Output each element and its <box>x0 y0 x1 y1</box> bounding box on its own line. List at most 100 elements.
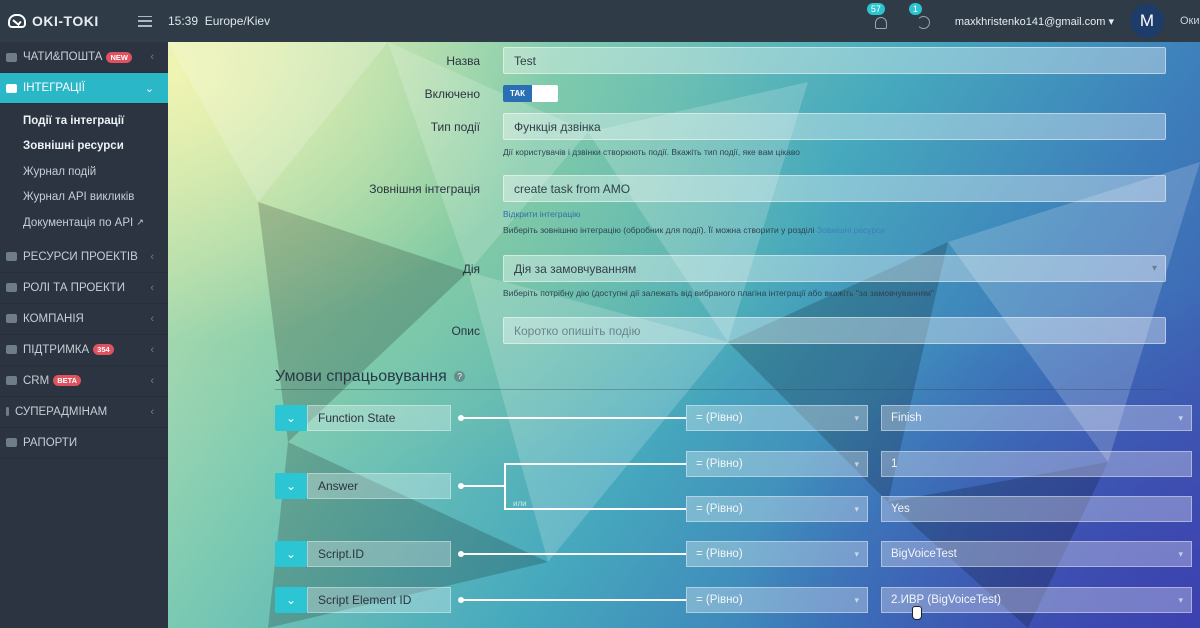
sidebar-item-label: КОМПАНІЯ <box>23 312 84 325</box>
chevron-down-icon[interactable]: ⌄ <box>275 405 307 431</box>
sidebar-item-reports[interactable]: РАПОРТИ <box>0 428 168 459</box>
chevron-down-icon[interactable]: ⌄ <box>275 587 307 613</box>
new-badge: NEW <box>106 51 132 63</box>
grid-icon <box>6 252 17 261</box>
sidebar-item-superadmin[interactable]: СУПЕРАДМІНАМ ‹ <box>0 397 168 428</box>
sidebar-item-company[interactable]: КОМПАНІЯ ‹ <box>0 304 168 335</box>
submenu-item-event-log[interactable]: Журнал подій <box>0 159 168 185</box>
connector-wire <box>463 417 686 419</box>
connector-wire <box>463 485 506 487</box>
hamburger-icon[interactable] <box>138 15 152 27</box>
operator-select[interactable]: = (Рівно) <box>686 451 868 477</box>
sidebar-item-support[interactable]: ПІДТРИМКА 354 ‹ <box>0 335 168 366</box>
connector-wire <box>504 463 686 465</box>
submenu-item-external-resources[interactable]: Зовнішні ресурси <box>0 134 168 160</box>
condition-field: Script Element ID <box>307 587 451 613</box>
section-divider <box>275 389 1166 390</box>
chevron-down-icon[interactable]: ⌄ <box>275 473 307 499</box>
action-help: Виберіть потрібну дію (доступні дії зале… <box>503 288 934 298</box>
sidebar-item-label: CRM <box>23 374 50 387</box>
notifications-button[interactable]: 57 <box>866 3 891 31</box>
sidebar-item-project-resources[interactable]: РЕСУРСИ ПРОЕКТІВ ‹ <box>0 242 168 273</box>
submenu-item-api-log[interactable]: Журнал API викликів <box>0 185 168 211</box>
condition-field: Script.ID <box>307 541 451 567</box>
help-icon[interactable]: ? <box>454 371 466 383</box>
ext-integration-help: Виберіть зовнішню інтеграцію (обробник д… <box>503 225 886 235</box>
sidebar-item-label: СУПЕРАДМІНАМ <box>15 405 108 418</box>
operator-select[interactable]: = (Рівно) <box>686 496 868 522</box>
connector-wire <box>504 463 506 509</box>
ext-integration-field[interactable]: create task from AMO <box>503 175 1166 202</box>
name-field[interactable]: Test <box>503 47 1166 74</box>
crm-icon <box>6 376 17 385</box>
chevron-left-icon: ‹ <box>150 374 154 387</box>
operator-select[interactable]: = (Рівно) <box>686 587 868 613</box>
logo-text: OKI-TOKI <box>32 13 99 29</box>
chevron-down-icon: ⌄ <box>144 82 154 95</box>
sync-button[interactable]: 1 <box>908 3 933 31</box>
value-select[interactable]: Finish <box>881 405 1192 431</box>
beta-badge: BETA <box>53 375 82 386</box>
condition-field: Function State <box>307 405 451 431</box>
connector-wire <box>504 508 686 510</box>
avatar[interactable]: M <box>1130 4 1164 38</box>
ext-integration-label: Зовнішня інтеграція <box>369 182 480 196</box>
action-label: Дія <box>462 262 480 276</box>
open-integration-link[interactable]: Відкрити інтеграцію <box>503 209 581 219</box>
connector-wire <box>463 553 686 555</box>
cloud-check-icon <box>8 14 26 28</box>
value-input[interactable]: 1 <box>881 451 1192 477</box>
sync-icon <box>916 16 930 29</box>
sidebar-item-label: РОЛІ ТА ПРОЕКТИ <box>23 281 125 294</box>
bell-icon <box>874 17 887 29</box>
wrench-icon <box>6 345 17 354</box>
chevron-left-icon: ‹ <box>150 343 154 356</box>
operator-select[interactable]: = (Рівно) <box>686 541 868 567</box>
value-select[interactable]: 2.ИВР (BigVoiceTest) <box>881 587 1192 613</box>
sidebar-item-label: РАПОРТИ <box>23 436 78 449</box>
submenu-item-events[interactable]: Події та інтеграції <box>0 108 168 134</box>
sidebar-item-label: ПІДТРИМКА <box>23 343 90 356</box>
toggle-icon <box>6 283 17 292</box>
sidebar-item-crm[interactable]: CRM BETA ‹ <box>0 366 168 397</box>
sync-badge: 1 <box>908 3 922 15</box>
submenu-item-api-docs[interactable]: Документація по API ↗ <box>0 210 168 236</box>
chevron-left-icon: ‹ <box>150 281 154 294</box>
chevron-down-icon[interactable]: ⌄ <box>275 541 307 567</box>
toggle-on-label: ТАК <box>503 85 532 102</box>
external-link-icon: ↗ <box>136 217 144 228</box>
sidebar-item-label: ЧАТИ&ПОШТА <box>23 51 103 63</box>
sidebar: ЧАТИ&ПОШТА NEW ‹ ІНТЕГРАЦІЇ ⌄ Події та і… <box>0 42 168 628</box>
sidebar-item-integrations[interactable]: ІНТЕГРАЦІЇ ⌄ <box>0 73 168 104</box>
sidebar-item-roles-projects[interactable]: РОЛІ ТА ПРОЕКТИ ‹ <box>0 273 168 304</box>
sidebar-item-chats-mail[interactable]: ЧАТИ&ПОШТА NEW ‹ <box>0 42 168 73</box>
connector-wire <box>463 599 686 601</box>
event-type-field[interactable]: Функція дзвінка <box>503 113 1166 140</box>
operator-select[interactable]: = (Рівно) <box>686 405 868 431</box>
action-select[interactable]: Дія за замовчуванням <box>503 255 1166 282</box>
line-chart-icon <box>6 438 17 447</box>
condition-field: Answer <box>307 473 451 499</box>
value-input[interactable]: Yes <box>881 496 1192 522</box>
chat-icon <box>6 52 17 62</box>
main-content: Назва Test Включено ТАК Тип події Функці… <box>168 42 1200 628</box>
exclamation-icon <box>6 407 9 416</box>
external-resources-link[interactable]: Зовнішні ресурси <box>817 225 885 235</box>
enabled-toggle[interactable]: ТАК <box>503 85 558 102</box>
top-bar: OKI-TOKI 15:39 Europe/Kiev 57 1 maxkhris… <box>0 0 1200 42</box>
enabled-label: Включено <box>424 87 480 101</box>
description-field[interactable]: Коротко опишіть подію <box>503 317 1166 344</box>
or-label: или <box>513 499 527 508</box>
user-email-dropdown[interactable]: maxkhristenko141@gmail.com ▾ <box>955 15 1114 28</box>
description-label: Опис <box>451 324 480 338</box>
mouse-cursor <box>912 606 922 620</box>
name-label: Назва <box>446 54 480 68</box>
sidebar-item-label: ІНТЕГРАЦІЇ <box>23 82 85 94</box>
support-count-badge: 354 <box>93 344 114 355</box>
user-name[interactable]: Оки- <box>1180 15 1200 27</box>
chevron-left-icon: ‹ <box>150 405 154 418</box>
clock: 15:39 Europe/Kiev <box>168 14 271 28</box>
event-type-label: Тип події <box>430 120 480 134</box>
value-select[interactable]: BigVoiceTest <box>881 541 1192 567</box>
chevron-left-icon: ‹ <box>150 250 154 263</box>
